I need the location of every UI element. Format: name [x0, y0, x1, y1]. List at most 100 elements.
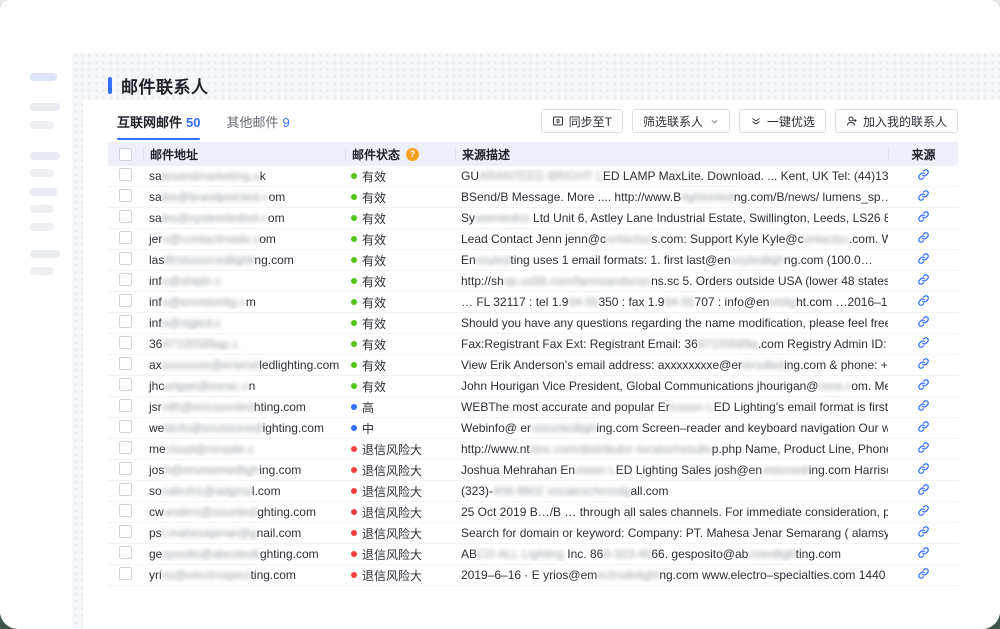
- row-checkbox[interactable]: [119, 273, 132, 286]
- source-link-icon[interactable]: [917, 420, 930, 433]
- sidebar-skeleton-item: [30, 267, 54, 275]
- source-desc-cell: Webinfo@ ervisionledlighing.com Screen–r…: [455, 421, 888, 435]
- email-address-cell: jhcurigan@osrac.cn: [143, 379, 345, 393]
- row-checkbox[interactable]: [119, 168, 132, 181]
- source-link-icon[interactable]: [917, 504, 930, 517]
- row-checkbox[interactable]: [119, 441, 132, 454]
- row-checkbox[interactable]: [119, 483, 132, 496]
- source-link-icon[interactable]: [917, 315, 930, 328]
- status-dot: [351, 404, 357, 410]
- sidebar-skeleton-item: [30, 223, 54, 231]
- row-checkbox[interactable]: [119, 567, 132, 580]
- table-row: webinfo@envisionedlighting.com中Webinfo@ …: [108, 418, 958, 439]
- source-desc-cell: (323)-456-9802 socalexchmodgall.com: [455, 484, 888, 498]
- row-checkbox[interactable]: [119, 252, 132, 265]
- status-dot: [351, 257, 357, 263]
- row-checkbox[interactable]: [119, 336, 132, 349]
- table-row: info@sigled.c有效Should you have any quest…: [108, 313, 958, 334]
- email-status-cell: 退信风险大: [345, 546, 455, 563]
- email-address-cell: mecloud@ninsale.c: [143, 442, 345, 456]
- one-key-optimize-button[interactable]: 一键优选: [739, 109, 826, 133]
- source-desc-cell: Should you have any questions regarding …: [455, 316, 888, 330]
- source-link-icon[interactable]: [917, 567, 930, 580]
- email-address-cell: webinfo@envisionedlighting.com: [143, 421, 345, 435]
- source-link-icon[interactable]: [917, 483, 930, 496]
- email-address-cell: pst.mahesajenar@gnail.com: [143, 526, 345, 540]
- page-title: 邮件联系人: [121, 73, 209, 98]
- row-checkbox[interactable]: [119, 525, 132, 538]
- sidebar-skeleton-item: [30, 169, 54, 177]
- table-header-row: 邮件地址 邮件状态 ? 来源描述 来源: [108, 142, 958, 166]
- source-link-icon[interactable]: [917, 378, 930, 391]
- row-checkbox[interactable]: [119, 357, 132, 370]
- source-link-icon[interactable]: [917, 357, 930, 370]
- source-desc-cell: Systemledco Ltd Unit 6, Astley Lane Indu…: [455, 211, 888, 225]
- table-row: sales@brandpointed.com有效BSend/B Message.…: [108, 187, 958, 208]
- table-row: sales@systemledsol.com有效Systemledco Ltd …: [108, 208, 958, 229]
- source-link-icon[interactable]: [917, 525, 930, 538]
- source-link-icon[interactable]: [917, 231, 930, 244]
- source-link-icon[interactable]: [917, 399, 930, 412]
- app-window: 邮件联系人 互联网邮件50 其他邮件9: [0, 0, 1000, 629]
- source-link-icon[interactable]: [917, 462, 930, 475]
- email-address-cell: 3687100589ap.c: [143, 337, 345, 351]
- source-desc-cell: BSend/B Message. More .... http://www.Br…: [455, 190, 888, 204]
- filter-contacts-button[interactable]: 筛选联系人: [632, 109, 730, 133]
- source-link-icon[interactable]: [917, 168, 930, 181]
- row-checkbox[interactable]: [119, 294, 132, 307]
- sidebar-skeleton-item: [30, 103, 60, 111]
- row-checkbox[interactable]: [119, 462, 132, 475]
- add-to-my-contacts-button[interactable]: 加入我的联系人: [835, 109, 958, 133]
- email-address-cell: cwanders@sounledighting.com: [143, 505, 345, 519]
- row-checkbox[interactable]: [119, 399, 132, 412]
- status-dot: [351, 194, 357, 200]
- status-dot: [351, 509, 357, 515]
- row-checkbox[interactable]: [119, 210, 132, 223]
- sidebar-skeleton-item: [30, 152, 60, 160]
- optimize-icon: [750, 115, 762, 127]
- row-checkbox[interactable]: [119, 378, 132, 391]
- tab-other-email[interactable]: 其他邮件9: [226, 112, 289, 140]
- source-link-icon[interactable]: [917, 336, 930, 349]
- row-checkbox[interactable]: [119, 504, 132, 517]
- source-desc-cell: View Erik Anderson's email address: axxx…: [455, 358, 888, 372]
- source-desc-cell: GUARANTEED BRIGHT LED LAMP MaxLite. Down…: [455, 169, 888, 183]
- source-link-icon[interactable]: [917, 294, 930, 307]
- email-address-cell: info@sigled.c: [143, 316, 345, 330]
- email-status-cell: 有效: [345, 378, 455, 395]
- source-link-icon[interactable]: [917, 441, 930, 454]
- table-row: pst.mahesajenar@gnail.com退信风险大Search for…: [108, 523, 958, 544]
- email-address-cell: info@shipln.c: [143, 274, 345, 288]
- sync-button[interactable]: 同步至T: [541, 109, 623, 133]
- row-checkbox[interactable]: [119, 546, 132, 559]
- tab-count: 9: [283, 115, 290, 130]
- sidebar: [0, 0, 72, 629]
- sidebar-skeleton-item: [30, 188, 57, 196]
- email-address-cell: sales@systemledsol.com: [143, 211, 345, 225]
- status-dot: [351, 299, 357, 305]
- table-row: yrios@electrospeclting.com退信风险大2019–6–16…: [108, 565, 958, 586]
- source-link-icon[interactable]: [917, 252, 930, 265]
- source-link-icon[interactable]: [917, 210, 930, 223]
- email-address-cell: socalexh1@adgmal.com: [143, 484, 345, 498]
- status-dot: [351, 488, 357, 494]
- table-row: lastfirstsourcedlighting.com有效Envoyledti…: [108, 250, 958, 271]
- main-area: 邮件联系人 互联网邮件50 其他邮件9: [72, 52, 1000, 629]
- row-checkbox[interactable]: [119, 420, 132, 433]
- row-checkbox[interactable]: [119, 231, 132, 244]
- status-dot: [351, 341, 357, 347]
- help-icon[interactable]: ?: [406, 148, 419, 161]
- status-dot: [351, 383, 357, 389]
- select-all-checkbox[interactable]: [119, 148, 132, 161]
- email-status-cell: 有效: [345, 231, 455, 248]
- row-checkbox[interactable]: [119, 189, 132, 202]
- source-link-icon[interactable]: [917, 546, 930, 559]
- source-link-icon[interactable]: [917, 273, 930, 286]
- table-row: axxxxxxxxe@eriersdledlighting.com有效View …: [108, 355, 958, 376]
- source-link-icon[interactable]: [917, 189, 930, 202]
- email-address-cell: sales@brandpointed.com: [143, 190, 345, 204]
- status-dot: [351, 215, 357, 221]
- row-checkbox[interactable]: [119, 315, 132, 328]
- tab-internet-email[interactable]: 互联网邮件50: [117, 112, 200, 140]
- sidebar-skeleton-item: [30, 121, 54, 129]
